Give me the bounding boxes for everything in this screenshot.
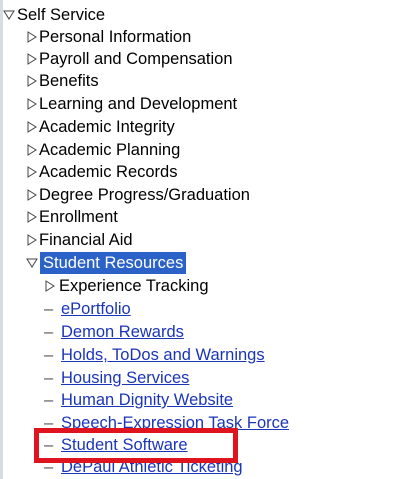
highlight-annotation-box	[34, 428, 238, 463]
triangle-right-icon[interactable]	[26, 184, 38, 206]
triangle-right-icon[interactable]	[26, 26, 38, 48]
dash-bullet-icon: –	[44, 369, 54, 387]
menu-item-label: Degree Progress/Graduation	[39, 186, 250, 204]
link-human-dignity-website[interactable]: Human Dignity Website	[61, 389, 233, 411]
dash-bullet-icon: –	[44, 323, 54, 341]
menu-item-label: Academic Integrity	[39, 118, 175, 136]
triangle-right-icon[interactable]	[44, 275, 56, 297]
submenu-folder-label: Experience Tracking	[59, 277, 209, 295]
menu-item-label: Enrollment	[39, 208, 118, 226]
triangle-right-icon[interactable]	[26, 48, 38, 70]
triangle-right-icon[interactable]	[26, 93, 38, 115]
menu-item-label: Personal Information	[39, 28, 192, 46]
dash-bullet-icon: –	[44, 391, 54, 409]
menu-item-label: Academic Planning	[39, 141, 181, 159]
menu-item-label: Financial Aid	[39, 231, 133, 249]
triangle-right-icon[interactable]	[26, 116, 38, 138]
triangle-down-icon[interactable]	[26, 252, 38, 274]
menu-item-label-selected: Student Resources	[40, 252, 187, 274]
dash-bullet-icon: –	[44, 346, 54, 364]
triangle-right-icon[interactable]	[26, 229, 38, 251]
triangle-right-icon[interactable]	[26, 70, 38, 92]
triangle-right-icon[interactable]	[26, 139, 38, 161]
link-holds-todos-warnings[interactable]: Holds, ToDos and Warnings	[61, 344, 265, 366]
triangle-down-icon[interactable]	[3, 4, 15, 26]
menu-item-label: Learning and Development	[39, 95, 238, 113]
link-demon-rewards[interactable]: Demon Rewards	[61, 321, 184, 343]
tree-root-label: Self Service	[17, 6, 106, 24]
link-housing-services[interactable]: Housing Services	[61, 367, 189, 389]
tree-left-border	[0, 0, 3, 479]
menu-item-label: Payroll and Compensation	[39, 50, 233, 68]
menu-item-label: Benefits	[39, 72, 99, 90]
menu-item-label: Academic Records	[39, 163, 178, 181]
triangle-right-icon[interactable]	[26, 161, 38, 183]
dash-bullet-icon: –	[44, 300, 54, 318]
link-eportfolio[interactable]: ePortfolio	[61, 298, 131, 320]
triangle-right-icon[interactable]	[26, 206, 38, 228]
